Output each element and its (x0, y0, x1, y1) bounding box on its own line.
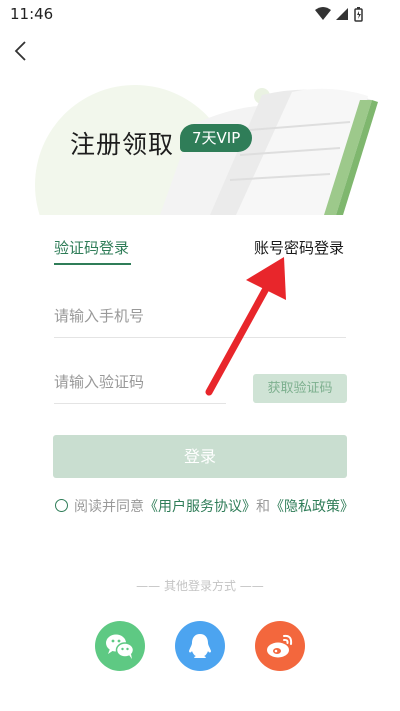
tab-active-underline (54, 263, 131, 265)
wechat-icon (106, 634, 135, 659)
agreement-prefix: 阅读并同意 (74, 499, 144, 515)
battery-icon (354, 7, 363, 22)
weibo-login-button[interactable] (255, 621, 305, 671)
wifi-icon (315, 7, 331, 20)
agreement-text: 阅读并同意《用户服务协议》和《隐私政策》 (74, 497, 364, 518)
code-field-wrapper (54, 360, 226, 404)
verification-code-input[interactable] (54, 360, 226, 404)
agreement-and: 和 (256, 499, 270, 515)
banner-title: 注册领取 (70, 130, 175, 159)
back-button[interactable] (10, 40, 32, 62)
signal-icon (336, 8, 348, 20)
status-time: 11:46 (10, 5, 54, 23)
phone-field-wrapper (54, 294, 346, 338)
qq-login-button[interactable] (175, 621, 225, 671)
get-code-button[interactable]: 获取验证码 (253, 374, 347, 403)
promo-banner: 注册领取 7天VIP (0, 70, 400, 215)
status-icons (314, 6, 370, 26)
weibo-icon (267, 634, 293, 658)
privacy-policy-link[interactable]: 《隐私政策》 (270, 499, 354, 515)
chevron-left-icon (14, 41, 26, 61)
agreement-radio[interactable] (55, 499, 68, 512)
tab-password-login[interactable]: 账号密码登录 (254, 237, 344, 258)
other-login-label: —— 其他登录方式 —— (136, 579, 264, 593)
tab-sms-login[interactable]: 验证码登录 (54, 237, 129, 258)
phone-input[interactable] (54, 294, 346, 338)
status-bar: 11:46 (0, 0, 400, 28)
service-agreement-link[interactable]: 《用户服务协议》 (144, 499, 256, 515)
wechat-login-button[interactable] (95, 621, 145, 671)
qq-icon (189, 634, 211, 658)
login-button[interactable]: 登录 (53, 435, 347, 478)
vip-badge: 7天VIP (180, 124, 253, 152)
